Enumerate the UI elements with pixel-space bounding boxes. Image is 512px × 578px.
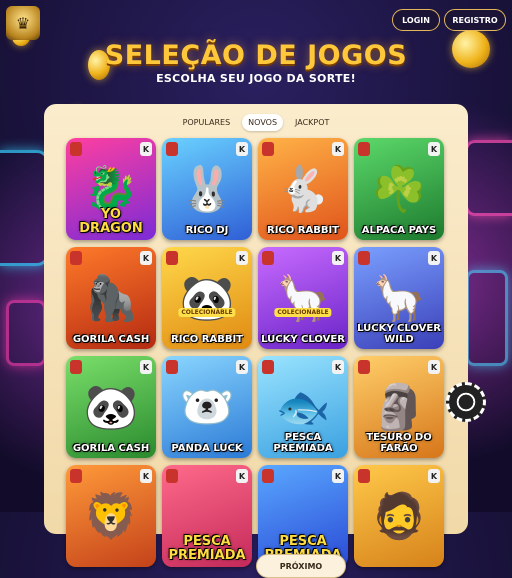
game-title: YO DRAGON [79,207,143,236]
game-tag-icon [70,469,82,483]
game-card[interactable]: 🦍 K GORILA CASH [66,247,156,349]
collectible-badge: COLECIONÁBLE [178,308,236,318]
game-title: LUCKY CLOVER WILD [357,323,441,345]
game-title: RICO RABBIT [171,334,243,345]
provider-icon: K [428,142,440,156]
game-card[interactable]: 🧔 K [354,465,444,567]
page-title: SELEÇÃO DE JOGOS [104,40,408,71]
game-card[interactable]: 🦁 K [66,465,156,567]
game-tag-icon [166,360,178,374]
provider-icon: K [140,360,152,374]
tab-populares[interactable]: POPULARES [177,114,237,131]
collectible-badge: COLECIONABLE [274,308,332,318]
game-card[interactable]: ☘️ K ALPACA PAYS [354,138,444,240]
provider-icon: K [428,360,440,374]
game-tag-icon [358,360,370,374]
game-tag-icon [70,142,82,156]
tab-novos[interactable]: NOVOS [242,114,284,131]
category-tabs: POPULARES NOVOS JACKPOT [44,114,468,131]
provider-icon: K [332,142,344,156]
provider-icon: K [236,360,248,374]
game-title: GORILA CASH [72,334,150,345]
game-tag-icon [262,142,274,156]
game-title: RICO RABBIT [267,225,339,236]
game-title: TESURO DO FARÃO [366,432,432,454]
game-title: PESCA PREMIADA [273,432,333,454]
game-tag-icon [358,142,370,156]
next-page-button[interactable]: PRÓXIMO [256,554,346,578]
game-title: PESCA PREMIADA [168,534,246,563]
game-title: PANDA LUCK [171,443,243,454]
brand-logo[interactable]: ♛ [6,6,40,40]
page-subtitle: ESCOLHA SEU JOGO DA SORTE! [156,72,356,85]
neon-decoration [6,300,46,366]
game-title: GORILA CASH [72,443,150,454]
game-title: LUCKY CLOVER [261,334,345,345]
game-card[interactable]: 🐰 K RICO DJ [162,138,252,240]
provider-icon: K [236,251,248,265]
game-card[interactable]: 🦙 K COLECIONABLE LUCKY CLOVER [258,247,348,349]
login-button[interactable]: LOGIN [392,9,440,31]
game-card[interactable]: 🐇 K RICO RABBIT [258,138,348,240]
games-grid: 🐉 K YO DRAGON 🐰 K RICO DJ 🐇 K RICO RABBIT ☘️ K ALPA… [66,138,444,567]
tab-jackpot[interactable]: JACKPOT [289,114,335,131]
provider-icon: K [236,142,248,156]
game-tag-icon [262,251,274,265]
game-card[interactable]: K PESCA PREMIADA [162,465,252,567]
game-title: RICO DJ [185,225,229,236]
provider-icon: K [140,142,152,156]
game-tag-icon [166,251,178,265]
game-title: ALPACA PAYS [361,225,437,236]
game-card[interactable]: 🐼 K COLECIONÁBLE RICO RABBIT [162,247,252,349]
game-tag-icon [166,469,178,483]
provider-icon: K [428,469,440,483]
game-tag-icon [166,142,178,156]
neon-decoration [466,270,508,366]
game-card[interactable]: 🐉 K YO DRAGON [66,138,156,240]
game-card[interactable]: 🦙 K LUCKY CLOVER WILD [354,247,444,349]
provider-icon: K [236,469,248,483]
game-card[interactable]: 🗿 K TESURO DO FARÃO [354,356,444,458]
game-tag-icon [262,469,274,483]
game-tag-icon [70,251,82,265]
provider-icon: K [140,251,152,265]
game-card[interactable]: 🐼 K GORILA CASH [66,356,156,458]
neon-decoration [465,140,512,216]
crown-icon: ♛ [15,13,31,33]
provider-icon: K [428,251,440,265]
provider-icon: K [332,251,344,265]
neon-decoration [0,150,49,266]
register-button[interactable]: REGISTRO [444,9,506,31]
provider-icon: K [332,469,344,483]
game-card[interactable]: 🐟 K PESCA PREMIADA [258,356,348,458]
game-tag-icon [262,360,274,374]
game-card[interactable]: 🐻‍❄️ K PANDA LUCK [162,356,252,458]
game-tag-icon [70,360,82,374]
provider-icon: K [140,469,152,483]
game-card[interactable]: KPESCA PREMIADA [258,465,348,567]
game-tag-icon [358,469,370,483]
provider-icon: K [332,360,344,374]
games-panel: POPULARES NOVOS JACKPOT 🐉 K YO DRAGON 🐰 K RIC… [44,104,468,578]
poker-chip-icon [446,382,486,422]
game-tag-icon [358,251,370,265]
